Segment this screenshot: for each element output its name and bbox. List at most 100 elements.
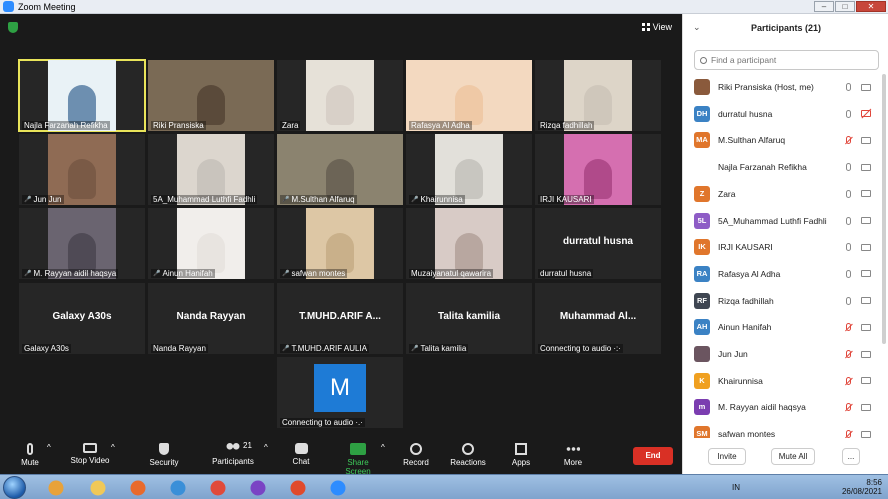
microphone-icon[interactable] — [846, 216, 851, 225]
participant-row[interactable]: 5L 5A_Muhammad Luthfi Fadhli — [683, 208, 879, 234]
taskbar-app[interactable] — [80, 477, 116, 498]
minimize-button[interactable]: – — [814, 1, 834, 12]
end-meeting-button[interactable]: End — [633, 447, 673, 465]
video-tile[interactable]: 🎤 M.Sulthan Alfaruq — [277, 134, 403, 205]
video-tile[interactable]: Muhammad Al... Connecting to audio ·:· — [535, 283, 661, 354]
video-camera-icon[interactable] — [861, 243, 871, 251]
video-tile[interactable]: 🎤 safwan montes — [277, 208, 403, 279]
record-button[interactable]: Record — [403, 443, 429, 467]
video-tile[interactable]: Riki Pransiska — [148, 60, 274, 131]
video-tile[interactable]: 5A_Muhammad Luthfi Fadhli — [148, 134, 274, 205]
maximize-button[interactable]: □ — [835, 1, 855, 12]
participant-row[interactable]: DH durratul husna — [683, 101, 879, 127]
video-camera-icon[interactable] — [861, 136, 871, 144]
taskbar-app[interactable] — [200, 477, 236, 498]
apps-button[interactable]: Apps — [511, 443, 531, 467]
share-options-caret[interactable]: ^ — [381, 443, 385, 452]
stop-video-button[interactable]: Stop Video — [69, 443, 111, 465]
system-clock[interactable]: 8:56 26/08/2021 — [842, 478, 882, 496]
video-camera-icon[interactable] — [861, 323, 871, 331]
view-button[interactable]: View — [641, 22, 672, 32]
video-tile[interactable]: Talita kamilia 🎤 Talita kamilia — [406, 283, 532, 354]
muted-mic-icon[interactable] — [846, 403, 851, 412]
taskbar-app[interactable] — [160, 477, 196, 498]
chat-button[interactable]: Chat — [291, 443, 311, 466]
participant-row[interactable]: RF Rizqa fadhillah — [683, 288, 879, 314]
microphone-icon[interactable] — [846, 163, 851, 172]
language-indicator[interactable]: IN — [732, 483, 740, 492]
participant-row[interactable]: IK IRJI KAUSARI — [683, 234, 879, 260]
video-camera-icon[interactable] — [861, 270, 871, 278]
microphone-icon[interactable] — [846, 189, 851, 198]
video-tile[interactable]: Zara — [277, 60, 403, 131]
participant-row[interactable]: Jun Jun — [683, 341, 879, 367]
microphone-icon[interactable] — [846, 109, 851, 118]
video-off-icon[interactable] — [861, 110, 871, 118]
video-tile[interactable]: Galaxy A30s Galaxy A30s — [19, 283, 145, 354]
muted-mic-icon[interactable] — [846, 136, 851, 145]
participant-search-input[interactable] — [711, 55, 871, 65]
audio-options-caret[interactable]: ^ — [47, 443, 51, 452]
video-tile[interactable]: 🎤 Ainun Hanifah — [148, 208, 274, 279]
start-button[interactable] — [3, 476, 26, 499]
taskbar-app[interactable] — [280, 477, 316, 498]
participant-list-scrollbar[interactable] — [882, 74, 886, 344]
participant-row[interactable]: MA M.Sulthan Alfaruq — [683, 127, 879, 153]
participant-row[interactable]: AH Ainun Hanifah — [683, 314, 879, 340]
participant-row[interactable]: SM safwan montes — [683, 421, 879, 438]
participant-search[interactable] — [694, 50, 879, 70]
video-tile[interactable]: Najla Farzanah Refikha — [18, 59, 146, 132]
video-tile[interactable]: 🎤 Jun Jun — [19, 134, 145, 205]
video-camera-icon[interactable] — [861, 297, 871, 305]
video-camera-icon[interactable] — [861, 430, 871, 438]
video-tile[interactable]: IRJI KAUSARI — [535, 134, 661, 205]
mute-all-button[interactable]: Mute All — [771, 448, 815, 465]
video-camera-icon[interactable] — [861, 403, 871, 411]
video-camera-icon[interactable] — [861, 190, 871, 198]
video-tile[interactable]: Nanda Rayyan Nanda Rayyan — [148, 283, 274, 354]
video-camera-icon[interactable] — [861, 377, 871, 385]
video-tile[interactable]: T.MUHD.ARIF A... 🎤 T.MUHD.ARIF AULIA — [277, 283, 403, 354]
security-button[interactable]: Security — [148, 443, 180, 467]
video-tile[interactable]: 🎤 Khairunnisa — [406, 134, 532, 205]
mute-button[interactable]: Mute — [20, 443, 40, 467]
muted-mic-icon[interactable] — [846, 430, 851, 438]
share-screen-button[interactable]: Share Screen — [334, 443, 382, 476]
participant-row[interactable]: RA Rafasya Al Adha — [683, 261, 879, 287]
microphone-icon[interactable] — [846, 269, 851, 278]
muted-mic-icon[interactable] — [846, 376, 851, 385]
muted-mic-icon[interactable] — [846, 323, 851, 332]
more-button[interactable]: More — [562, 443, 584, 467]
participant-row[interactable]: Najla Farzanah Refikha — [683, 154, 879, 180]
invite-button[interactable]: Invite — [708, 448, 746, 465]
video-tile[interactable]: 🎤 M. Rayyan aidil haqsya — [19, 208, 145, 279]
video-options-caret[interactable]: ^ — [111, 443, 115, 452]
firefox-icon — [130, 480, 146, 495]
video-camera-icon[interactable] — [861, 217, 871, 224]
participants-options-caret[interactable]: ^ — [264, 443, 268, 452]
taskbar-app[interactable] — [120, 477, 156, 498]
participant-row[interactable]: K Khairunnisa — [683, 368, 879, 394]
video-tile[interactable]: durratul husna durratul husna — [535, 208, 661, 279]
encryption-shield-icon[interactable] — [8, 22, 18, 33]
participant-row[interactable]: Z Zara — [683, 181, 879, 207]
muted-mic-icon[interactable] — [846, 350, 851, 358]
microphone-icon[interactable] — [846, 243, 851, 252]
taskbar-app[interactable] — [240, 477, 276, 498]
microphone-icon[interactable] — [846, 296, 851, 305]
video-camera-icon[interactable] — [861, 83, 871, 91]
video-tile[interactable]: M Connecting to audio ·.· — [277, 357, 403, 428]
video-camera-icon[interactable] — [861, 163, 871, 171]
video-tile[interactable]: Muzaiyanatul qawarira — [406, 208, 532, 279]
microphone-icon[interactable] — [846, 83, 851, 91]
video-tile[interactable]: Rafasya Al Adha — [406, 60, 532, 131]
taskbar-app[interactable] — [38, 477, 74, 498]
close-button[interactable]: ✕ — [856, 1, 886, 12]
reactions-button[interactable]: Reactions — [450, 443, 486, 467]
participant-row[interactable]: Riki Pransiska (Host, me) — [683, 74, 879, 100]
video-camera-icon[interactable] — [861, 350, 871, 358]
participant-row[interactable]: m M. Rayyan aidil haqsya — [683, 394, 879, 420]
video-tile[interactable]: Rizqa fadhillah — [535, 60, 661, 131]
taskbar-app[interactable] — [320, 477, 356, 498]
panel-more-button[interactable]: ... — [842, 448, 860, 465]
